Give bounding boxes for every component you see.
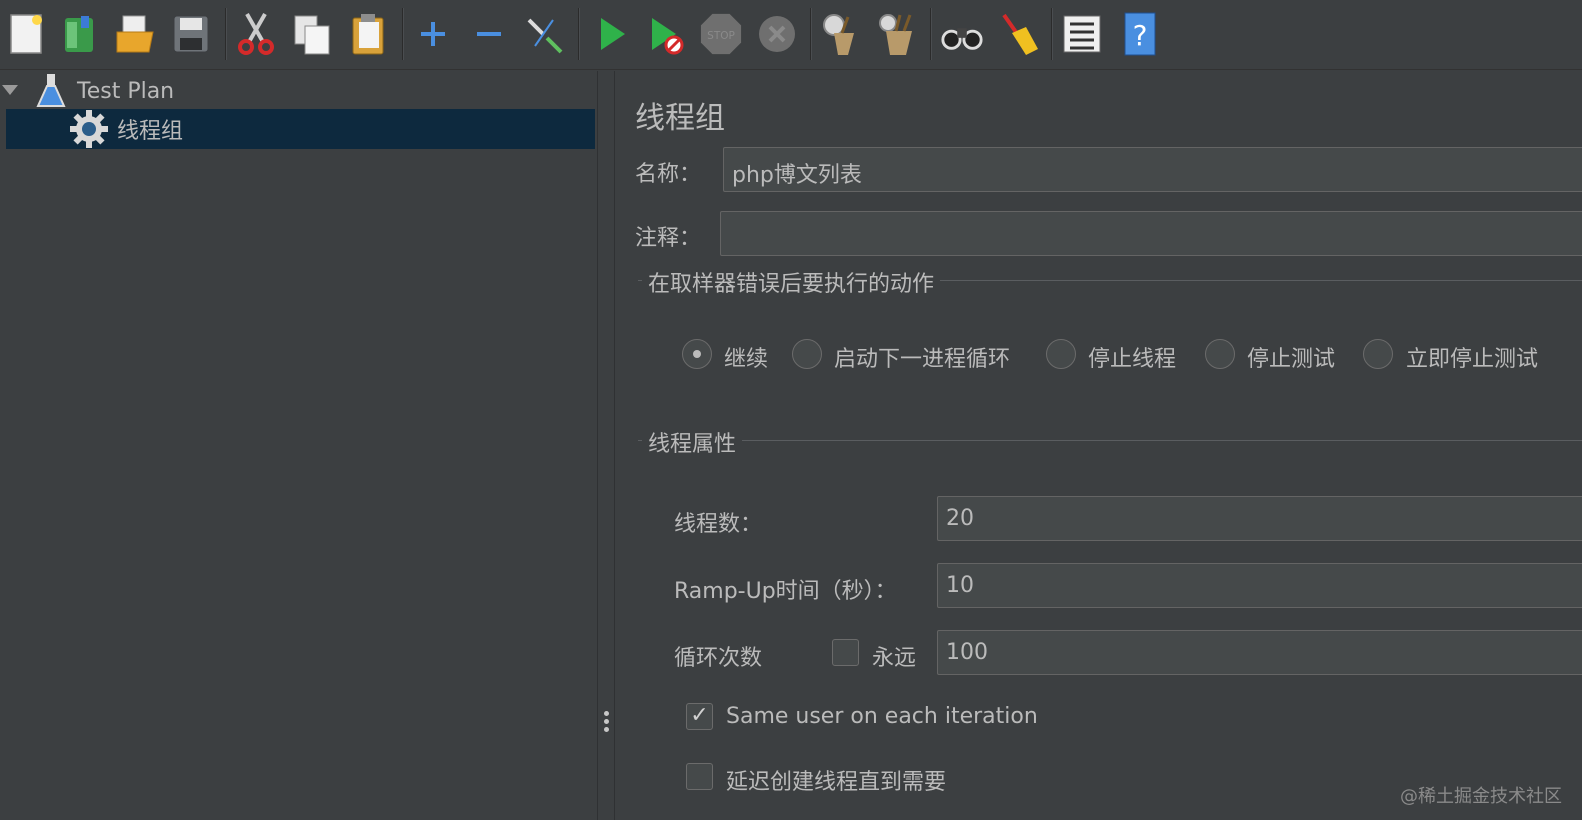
same-user-label: Same user on each iteration — [726, 704, 1038, 729]
start-no-pauses-icon[interactable] — [644, 10, 688, 58]
radio-stop-thread[interactable] — [1046, 339, 1076, 369]
flask-icon — [36, 72, 66, 114]
clear-icon[interactable] — [818, 10, 862, 58]
help-icon[interactable]: ? — [1117, 10, 1161, 58]
svg-text:?: ? — [1133, 19, 1148, 52]
radio-stop-test-label: 停止测试 — [1247, 347, 1336, 372]
shutdown-icon[interactable] — [755, 10, 799, 58]
delay-thread-creation-checkbox[interactable] — [686, 763, 713, 790]
clear-all-icon[interactable] — [874, 10, 918, 58]
start-icon[interactable] — [589, 10, 633, 58]
reset-search-icon[interactable] — [996, 10, 1040, 58]
collapse-icon[interactable] — [467, 10, 511, 58]
comment-field[interactable] — [720, 211, 1582, 256]
splitter-grip-dot — [604, 727, 609, 732]
test-plan-tree: Test Plan 线程组 — [0, 71, 597, 820]
radio-stop-test-now-label: 立即停止测试 — [1406, 347, 1539, 372]
radio-stop-test-now[interactable] — [1363, 339, 1393, 369]
rampup-label: Ramp-Up时间（秒）： — [674, 579, 897, 604]
tree-item-label: 线程组 — [117, 119, 184, 144]
thread-count-field[interactable]: 20 — [937, 496, 1582, 541]
page-title: 线程组 — [635, 101, 725, 136]
radio-stop-thread-label: 停止线程 — [1088, 347, 1177, 372]
loop-count-label: 循环次数 — [674, 646, 763, 671]
gear-icon — [70, 110, 108, 154]
same-user-checkbox[interactable]: ✓ — [686, 703, 713, 730]
radio-start-next-loop[interactable] — [792, 339, 822, 369]
tree-item-test-plan[interactable]: Test Plan — [0, 71, 597, 111]
splitter-grip-dot — [604, 719, 609, 724]
chevron-down-icon[interactable] — [2, 85, 18, 95]
forever-checkbox[interactable] — [832, 639, 859, 666]
save-icon[interactable] — [169, 10, 213, 58]
toolbar: STOP ? — [0, 0, 1582, 70]
split-pane-divider[interactable] — [597, 71, 615, 820]
function-helper-icon[interactable] — [1060, 10, 1104, 58]
tree-item-thread-group[interactable]: 线程组 — [6, 109, 595, 149]
thread-group-editor: 线程组 名称： php博文列表 注释： 在取样器错误后要执行的动作 继续 启动下… — [616, 71, 1582, 820]
name-field[interactable]: php博文列表 — [723, 147, 1582, 192]
paste-icon[interactable] — [346, 10, 390, 58]
error-action-group-title: 在取样器错误后要执行的动作 — [642, 266, 941, 298]
search-icon[interactable] — [940, 10, 984, 58]
delay-thread-creation-label: 延迟创建线程直到需要 — [726, 770, 947, 795]
watermark: @稀土掘金技术社区 — [1400, 786, 1562, 807]
radio-continue-label: 继续 — [724, 347, 769, 372]
splitter-grip-dot — [604, 711, 609, 716]
radio-stop-test[interactable] — [1205, 339, 1235, 369]
rampup-field[interactable]: 10 — [937, 563, 1582, 608]
new-icon[interactable] — [5, 10, 49, 58]
svg-text:STOP: STOP — [707, 30, 735, 42]
copy-icon[interactable] — [290, 10, 334, 58]
name-label: 名称： — [635, 162, 702, 187]
templates-icon[interactable] — [57, 10, 101, 58]
open-icon[interactable] — [113, 10, 157, 58]
comment-label: 注释： — [635, 226, 702, 251]
radio-start-next-loop-label: 启动下一进程循环 — [834, 347, 1011, 372]
tree-item-label: Test Plan — [77, 78, 175, 104]
cut-icon[interactable] — [234, 10, 278, 58]
expand-icon[interactable] — [411, 10, 455, 58]
toggle-icon[interactable] — [523, 10, 567, 58]
forever-label: 永远 — [872, 646, 917, 671]
thread-properties-group-title: 线程属性 — [642, 426, 743, 458]
radio-continue[interactable] — [682, 339, 712, 369]
stop-icon[interactable]: STOP — [699, 10, 743, 58]
loop-count-field[interactable]: 100 — [937, 630, 1582, 675]
thread-count-label: 线程数： — [674, 512, 763, 537]
group-border — [638, 440, 1582, 441]
